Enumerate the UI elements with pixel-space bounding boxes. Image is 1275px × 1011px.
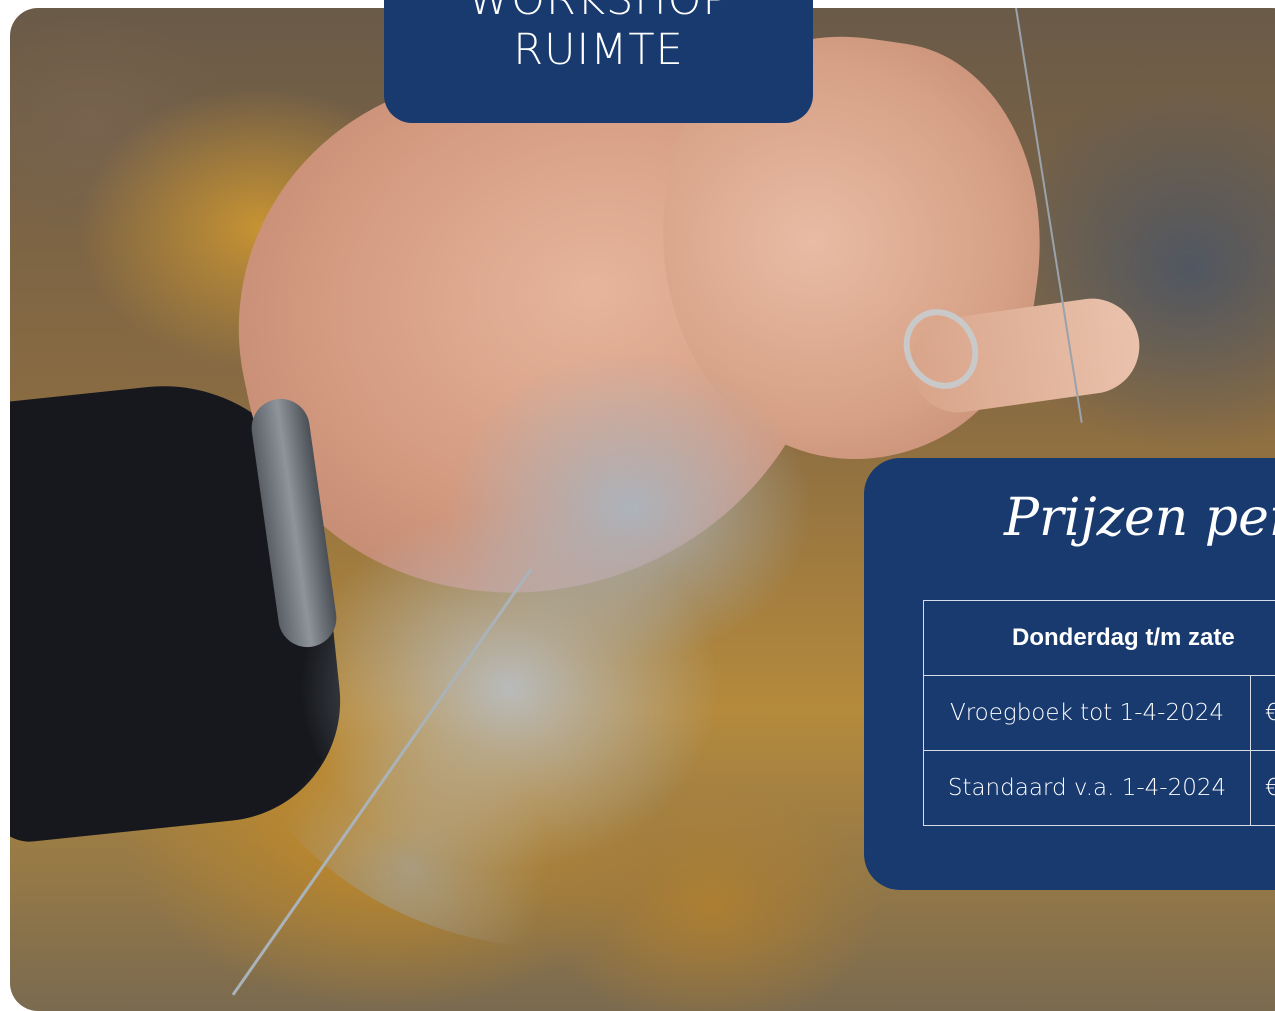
price-card: Prijzen per d Donderdag t/m zate Vroegbo…	[864, 458, 1275, 890]
price-table-header: Donderdag t/m zate	[923, 600, 1275, 676]
badge-line-2: RUIMTE	[513, 25, 684, 75]
table-row: Vroegboek tot 1-4-2024 €	[923, 675, 1275, 751]
workshop-badge: WORKSHOP RUIMTE	[384, 0, 813, 123]
table-row: Standaard v.a. 1-4-2024 €	[923, 750, 1275, 826]
price-table-header-row: Donderdag t/m zate	[923, 600, 1275, 676]
price-row-label: Vroegboek tot 1-4-2024	[923, 675, 1251, 751]
price-row-label: Standaard v.a. 1-4-2024	[923, 750, 1251, 826]
price-row-value: €	[1250, 750, 1275, 826]
price-row-value: €	[1250, 675, 1275, 751]
price-table: Donderdag t/m zate Vroegboek tot 1-4-202…	[923, 600, 1275, 826]
page: WORKSHOP RUIMTE Prijzen per d Donderdag …	[0, 0, 1275, 1011]
price-card-title: Prijzen per d	[1004, 488, 1275, 548]
badge-line-1: WORKSHOP	[467, 0, 730, 25]
